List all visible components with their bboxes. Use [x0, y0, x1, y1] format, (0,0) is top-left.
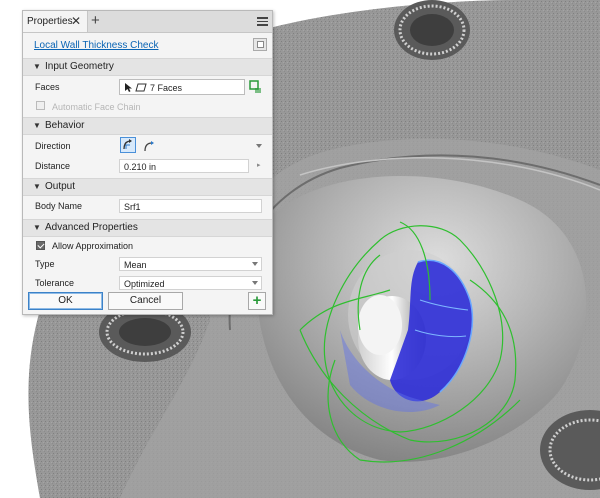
- auto-face-chain-row: Automatic Face Chain: [23, 98, 272, 117]
- body-name-row: Body Name Srf1: [23, 196, 272, 216]
- distance-value: 0.210 in: [124, 162, 157, 172]
- collapse-triangle-icon: ▼: [33, 62, 41, 71]
- tab-properties-label: Properties: [27, 16, 73, 27]
- section-behavior[interactable]: ▼ Behavior: [23, 117, 272, 135]
- direction-inward-button[interactable]: [120, 137, 136, 153]
- tolerance-row: Tolerance Optimized: [23, 273, 272, 292]
- allow-approximation-row: Allow Approximation: [23, 237, 272, 254]
- type-label: Type: [35, 259, 55, 269]
- direction-inward-icon: [123, 139, 132, 150]
- distance-row: Distance 0.210 in ▸: [23, 156, 272, 176]
- command-header: Local Wall Thickness Check: [23, 33, 272, 58]
- section-title: Advanced Properties: [45, 222, 138, 233]
- allow-approximation-checkbox[interactable]: [36, 241, 45, 250]
- type-dropdown[interactable]: Mean: [119, 257, 262, 271]
- section-title: Output: [45, 181, 76, 192]
- faces-value: 7 Faces: [150, 83, 183, 93]
- chevron-down-icon: [252, 262, 258, 266]
- section-advanced-properties[interactable]: ▼ Advanced Properties: [23, 219, 272, 237]
- faces-label: Faces: [35, 82, 60, 92]
- body-name-input[interactable]: Srf1: [119, 199, 262, 213]
- tab-properties[interactable]: Properties ✕: [23, 11, 88, 32]
- direction-dropdown-arrow-icon[interactable]: [256, 144, 262, 148]
- auto-face-chain-label: Automatic Face Chain: [52, 102, 141, 112]
- distance-label: Distance: [35, 161, 71, 171]
- threaded-hole: [394, 0, 470, 60]
- direction-row: Direction: [23, 135, 272, 156]
- faces-selector[interactable]: 7 Faces: [119, 79, 245, 95]
- direction-label: Direction: [35, 141, 71, 151]
- tolerance-value: Optimized: [124, 279, 165, 289]
- cancel-button[interactable]: Cancel: [108, 292, 183, 310]
- distance-input[interactable]: 0.210 in: [119, 159, 249, 173]
- section-title: Input Geometry: [45, 61, 114, 72]
- body-name-value: Srf1: [124, 202, 141, 212]
- collapse-triangle-icon: ▼: [33, 223, 41, 232]
- chevron-down-icon: [252, 281, 258, 285]
- copy-icon[interactable]: [253, 38, 267, 51]
- hamburger-menu-icon[interactable]: [257, 17, 268, 26]
- body-name-label: Body Name: [35, 201, 83, 211]
- faces-row: Faces 7 Faces: [23, 76, 272, 98]
- command-title-link[interactable]: Local Wall Thickness Check: [34, 40, 159, 51]
- face-chain-icon[interactable]: [249, 80, 263, 94]
- allow-approximation-label: Allow Approximation: [52, 241, 134, 251]
- type-row: Type Mean: [23, 254, 272, 273]
- add-tab-icon[interactable]: +: [91, 12, 100, 29]
- close-icon[interactable]: ✕: [71, 14, 81, 28]
- plus-icon: +: [252, 292, 262, 309]
- select-cursor-icon: [125, 83, 132, 92]
- distance-menu-arrow-icon[interactable]: ▸: [257, 161, 261, 169]
- collapse-triangle-icon: ▼: [33, 182, 41, 191]
- section-output[interactable]: ▼ Output: [23, 178, 272, 196]
- tolerance-dropdown[interactable]: Optimized: [119, 276, 262, 290]
- add-button[interactable]: +: [248, 292, 266, 310]
- tolerance-label: Tolerance: [35, 278, 75, 288]
- section-title: Behavior: [45, 120, 85, 131]
- auto-face-chain-checkbox[interactable]: [36, 101, 45, 110]
- section-input-geometry[interactable]: ▼ Input Geometry: [23, 58, 272, 76]
- ok-button[interactable]: OK: [28, 292, 103, 310]
- collapse-triangle-icon: ▼: [33, 121, 41, 130]
- panel-tab-bar: Properties ✕ +: [23, 11, 272, 33]
- direction-outward-icon[interactable]: [142, 139, 156, 153]
- type-value: Mean: [124, 260, 147, 270]
- face-select-icon: [135, 83, 147, 92]
- properties-panel: Properties ✕ + Local Wall Thickness Chec…: [22, 10, 273, 315]
